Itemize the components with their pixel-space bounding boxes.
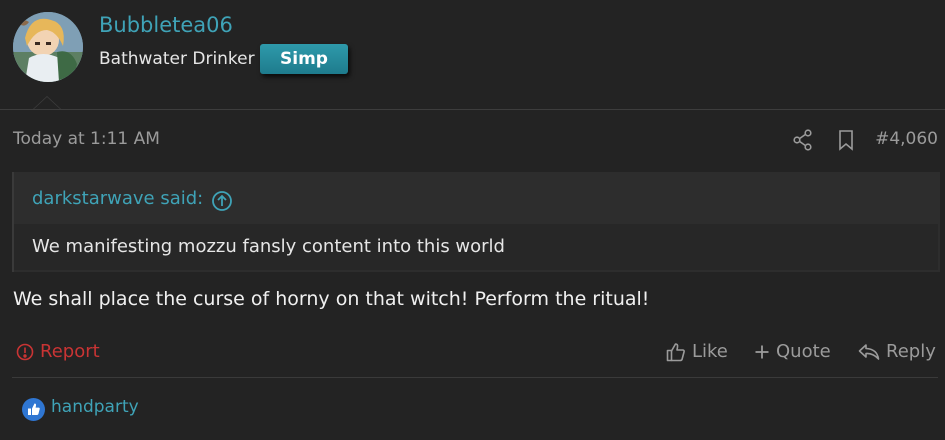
post-timestamp[interactable]: Today at 1:11 AM [13, 129, 160, 149]
post-message: We shall place the curse of horny on tha… [13, 288, 650, 310]
plus-icon [755, 345, 769, 358]
like-label: Like [692, 341, 728, 362]
share-icon[interactable] [793, 129, 813, 151]
avatar[interactable] [13, 12, 83, 82]
quote-block: darkstarwave said: We manifesting mozzu … [12, 172, 940, 272]
thumbs-up-icon[interactable] [22, 398, 45, 421]
quote-label: Quote [776, 341, 831, 362]
user-title: Bathwater Drinker [99, 49, 255, 69]
user-header: Bubbletea06 Bathwater Drinker Simp [0, 0, 945, 110]
bookmark-icon[interactable] [837, 129, 857, 151]
post: Bubbletea06 Bathwater Drinker Simp Today… [0, 0, 945, 440]
reactions-divider [12, 377, 938, 378]
quote-body: We manifesting mozzu fansly content into… [14, 224, 938, 270]
reply-icon [858, 343, 880, 360]
quote-text: We manifesting mozzu fansly content into… [32, 236, 505, 257]
user-banner: Simp [260, 44, 348, 74]
thumbs-up-icon [666, 342, 685, 361]
reaction-user-link[interactable]: handparty [51, 397, 139, 417]
like-button[interactable]: Like [666, 341, 728, 362]
report-label: Report [40, 341, 100, 362]
quote-author-link[interactable]: darkstarwave said: [32, 188, 203, 209]
arrow-up-circle-icon[interactable] [211, 190, 233, 212]
alert-circle-icon [16, 343, 34, 360]
reply-button[interactable]: Reply [858, 341, 936, 362]
reply-label: Reply [886, 341, 936, 362]
post-number-link[interactable]: #4,060 [875, 129, 938, 149]
report-button[interactable]: Report [16, 341, 100, 362]
avatar-image [13, 12, 83, 82]
header-pointer [33, 96, 61, 109]
username-link[interactable]: Bubbletea06 [99, 13, 233, 37]
quote-button[interactable]: Quote [754, 341, 831, 362]
